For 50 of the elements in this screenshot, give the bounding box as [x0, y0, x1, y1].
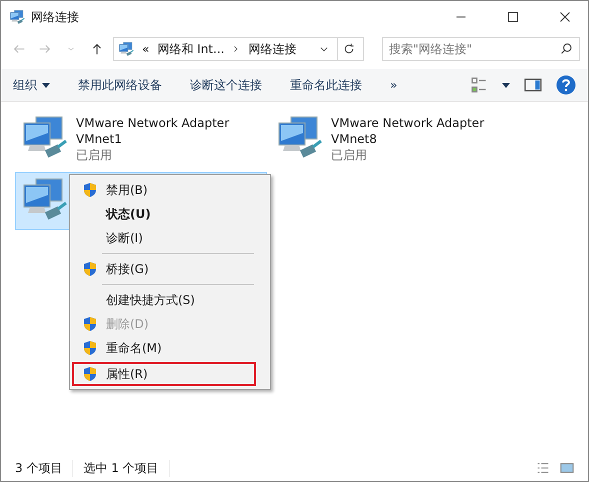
adapter-device: VMnet1: [76, 131, 123, 147]
search-icon: [560, 42, 573, 55]
menu-item[interactable]: 属性(R): [72, 362, 256, 386]
toolbar-button[interactable]: 禁用此网络设备: [78, 76, 162, 94]
menu-item[interactable]: 诊断(I): [72, 226, 268, 250]
toolbar-button[interactable]: 诊断这个连接: [190, 76, 262, 94]
status-text: 选中 1 个项目: [83, 460, 170, 476]
shield-icon: [82, 316, 98, 332]
network-adapter-icon: [118, 41, 134, 57]
help-icon[interactable]: [556, 75, 576, 95]
adapter-status: 已启用: [331, 147, 368, 163]
preview-pane-icon: [524, 76, 542, 94]
address-bar[interactable]: « 网络和 Int... 网络连接: [113, 37, 364, 61]
overflow-chevron[interactable]: «: [142, 42, 150, 56]
adapter-name: VMware Network Adapter: [76, 115, 230, 131]
adapter-name: VMware Network Adapter: [331, 115, 484, 131]
refresh-icon: [342, 43, 354, 55]
breadcrumb[interactable]: 网络连接: [248, 40, 296, 58]
toolbar-button[interactable]: 重命名此连接: [290, 76, 362, 94]
more-button[interactable]: »: [390, 78, 398, 92]
large-icons-view-icon: [560, 461, 574, 475]
search-field[interactable]: 搜索"网络连接": [382, 37, 580, 61]
menu-item[interactable]: 禁用(B): [72, 178, 268, 202]
shield-icon: [82, 182, 98, 198]
close-icon: [559, 11, 571, 23]
adapter-device: VMnet8: [331, 131, 378, 147]
caret-icon: [42, 82, 50, 88]
adapter-item[interactable]: VMware Network Adapter VMnet1 已启用: [15, 110, 267, 168]
maximize-icon: [507, 11, 519, 23]
menu-item[interactable]: 创建快捷方式(S): [72, 288, 268, 312]
chevron-down-icon: [67, 45, 75, 53]
status-text: 3 个项目: [15, 460, 74, 476]
menu-item[interactable]: 重命名(M): [72, 336, 268, 360]
shield-icon: [82, 366, 98, 382]
breadcrumb[interactable]: 网络和 Int...: [157, 40, 224, 58]
network-adapter-icon: [9, 9, 25, 25]
menu-item[interactable]: 状态(U): [72, 202, 268, 226]
view-options-icon: [470, 76, 488, 94]
details-view-icon: [536, 461, 550, 475]
window-title: 网络连接: [31, 8, 80, 26]
menu-item[interactable]: 桥接(G): [72, 257, 268, 281]
up-arrow-icon: [90, 42, 104, 56]
right-arrow-icon: [38, 42, 52, 56]
adapter-item[interactable]: VMware Network Adapter VMnet8 已启用: [270, 110, 522, 168]
toolbar-button[interactable]: 组织: [13, 76, 50, 94]
adapter-status: 已启用: [76, 147, 113, 163]
shield-icon: [82, 340, 98, 356]
caret-icon: [502, 82, 510, 88]
shield-icon: [82, 261, 98, 277]
left-arrow-icon: [12, 42, 26, 56]
